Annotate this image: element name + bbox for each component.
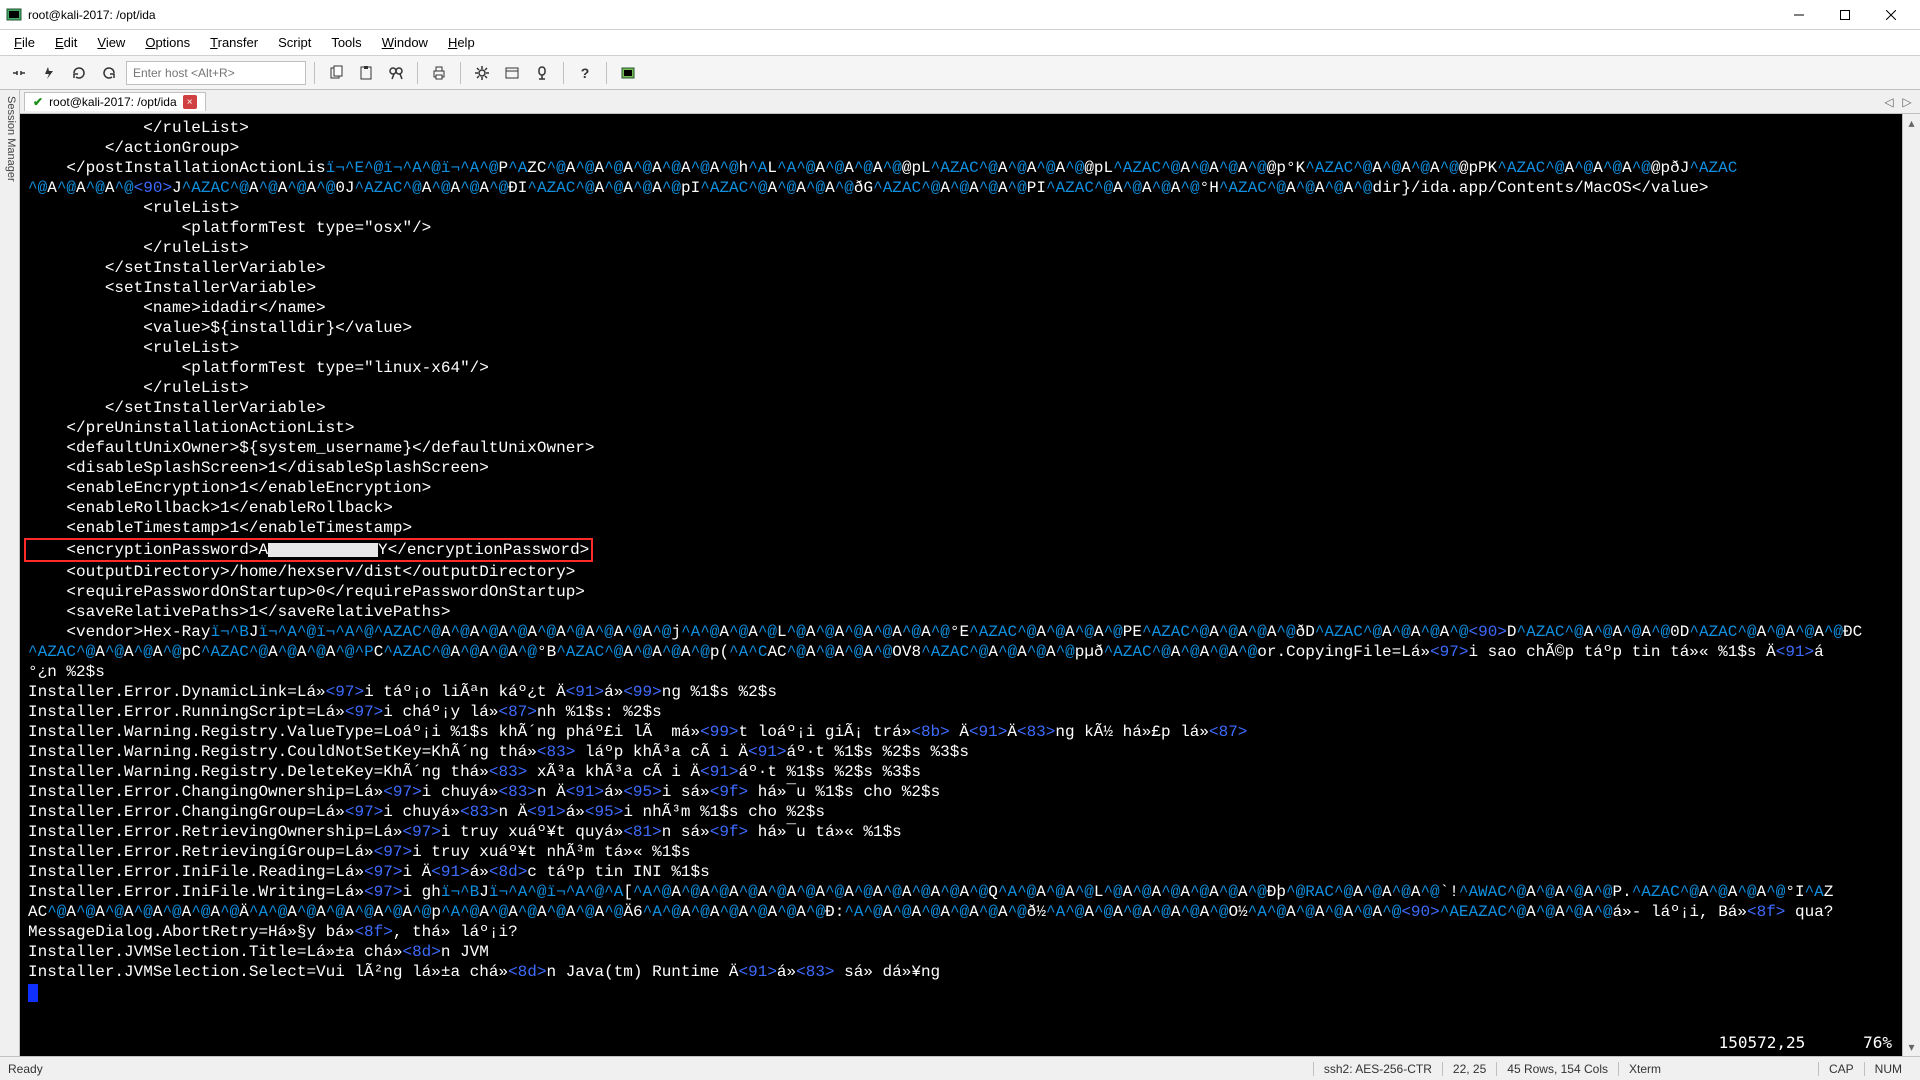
menu-options[interactable]: Options [135,32,200,53]
status-cursor: 22, 25 [1442,1062,1496,1076]
settings-icon[interactable] [469,60,495,86]
host-input[interactable] [126,61,306,85]
vim-status-line: 150572,25 76% [1719,1033,1892,1052]
xfer-icon[interactable] [615,60,641,86]
disconnect-icon[interactable] [96,60,122,86]
help-icon[interactable]: ? [572,60,598,86]
status-num: NUM [1864,1062,1912,1076]
menubar: File Edit View Options Transfer Script T… [0,30,1920,56]
connected-icon: ✔ [33,95,43,109]
toolbar: ? [0,56,1920,90]
status-term-type: Xterm [1618,1062,1818,1076]
separator [460,62,461,84]
status-size: 45 Rows, 154 Cols [1496,1062,1618,1076]
menu-window[interactable]: Window [372,32,438,53]
connect-icon[interactable] [6,60,32,86]
menu-help[interactable]: Help [438,32,485,53]
copy-icon[interactable] [323,60,349,86]
session-tab[interactable]: ✔ root@kali-2017: /opt/ida × [24,92,206,111]
separator [417,62,418,84]
window-title: root@kali-2017: /opt/ida [28,8,1776,22]
quick-connect-icon[interactable] [36,60,62,86]
status-ready: Ready [8,1062,1313,1076]
status-cap: CAP [1818,1062,1864,1076]
separator [563,62,564,84]
session-manager-panel[interactable]: Session Manager [0,90,20,1056]
separator [314,62,315,84]
close-button[interactable] [1868,0,1914,30]
tab-next-icon[interactable]: ▷ [1898,93,1916,111]
tab-label: root@kali-2017: /opt/ida [49,95,177,109]
paste-icon[interactable] [353,60,379,86]
reconnect-icon[interactable] [66,60,92,86]
statusbar: Ready ssh2: AES-256-CTR 22, 25 45 Rows, … [0,1056,1920,1080]
menu-tools[interactable]: Tools [321,32,371,53]
session-options-icon[interactable] [499,60,525,86]
menu-edit[interactable]: Edit [45,32,87,53]
tab-close-icon[interactable]: × [183,95,197,109]
find-icon[interactable] [383,60,409,86]
vertical-scrollbar[interactable]: ▴ ▾ [1902,114,1920,1056]
app-icon [6,7,22,23]
toggle-icon[interactable] [529,60,555,86]
scroll-down-icon[interactable]: ▾ [1905,1040,1918,1054]
tabbar: ✔ root@kali-2017: /opt/ida × ◁ ▷ [20,90,1920,114]
status-connection: ssh2: AES-256-CTR [1313,1062,1442,1076]
maximize-button[interactable] [1822,0,1868,30]
terminal[interactable]: </ruleList> </actionGroup> </postInstall… [20,114,1902,1056]
menu-view[interactable]: View [87,32,135,53]
scroll-up-icon[interactable]: ▴ [1905,116,1918,130]
menu-transfer[interactable]: Transfer [200,32,268,53]
tab-prev-icon[interactable]: ◁ [1880,93,1898,111]
separator [606,62,607,84]
print-icon[interactable] [426,60,452,86]
minimize-button[interactable] [1776,0,1822,30]
svg-text:?: ? [581,65,590,81]
menu-file[interactable]: File [4,32,45,53]
menu-script[interactable]: Script [268,32,321,53]
titlebar: root@kali-2017: /opt/ida [0,0,1920,30]
